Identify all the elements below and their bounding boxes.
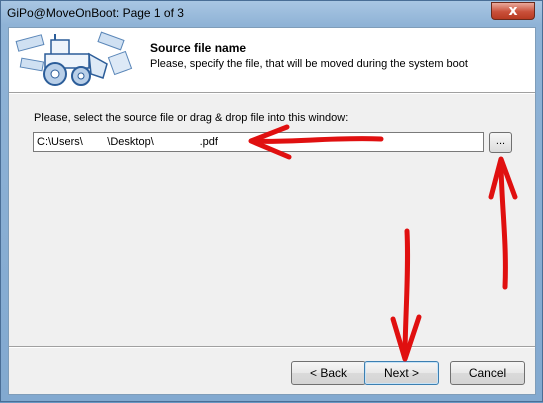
header-subtitle: Please, specify the file, that will be m… — [150, 58, 468, 70]
browse-button[interactable]: ... — [489, 132, 512, 153]
cancel-button[interactable]: Cancel — [450, 361, 525, 385]
close-icon: x — [508, 3, 518, 19]
footer-divider — [9, 346, 535, 348]
header-title: Source file name — [150, 41, 247, 55]
back-button[interactable]: < Back — [291, 361, 366, 385]
bulldozer-logo-icon — [15, 31, 133, 86]
title-bar[interactable]: GiPo@MoveOnBoot: Page 1 of 3 x — [1, 1, 542, 27]
next-button[interactable]: Next > — [364, 361, 439, 385]
header-divider — [9, 92, 535, 94]
wizard-window: GiPo@MoveOnBoot: Page 1 of 3 x Source fi… — [0, 0, 543, 402]
wizard-client-area: Source file name Please, specify the fil… — [8, 27, 536, 395]
wizard-header: Source file name Please, specify the fil… — [9, 28, 535, 92]
source-file-path-input[interactable] — [33, 132, 484, 152]
window-title: GiPo@MoveOnBoot: Page 1 of 3 — [7, 6, 184, 20]
close-button[interactable]: x — [491, 2, 535, 20]
source-file-prompt: Please, select the source file or drag &… — [34, 112, 349, 124]
